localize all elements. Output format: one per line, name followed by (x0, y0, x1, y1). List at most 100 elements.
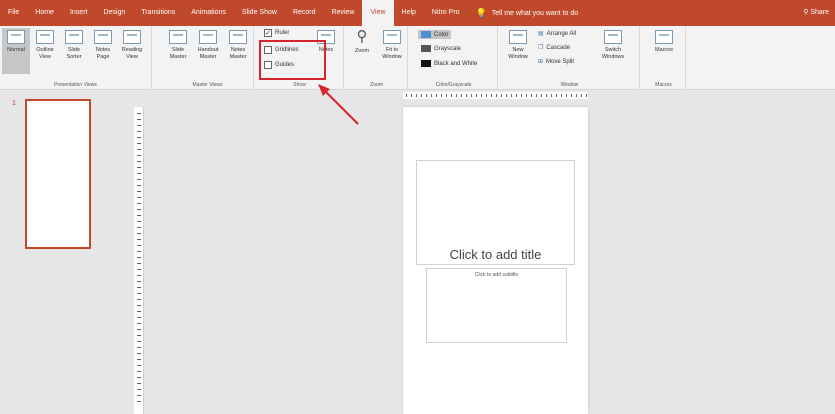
tab-record[interactable]: Record (285, 0, 324, 26)
slide-sorter-button[interactable]: Slide Sorter (60, 28, 88, 74)
ruler-tick (137, 365, 141, 366)
ruler-tick (137, 353, 141, 354)
switch-windows-button[interactable]: Switch Windows (596, 28, 630, 74)
ruler-tick (566, 94, 567, 97)
ruler-tick (456, 94, 457, 97)
slide-sorter-icon (65, 30, 83, 44)
ruler-tick (461, 94, 462, 97)
tab-design[interactable]: Design (95, 0, 133, 26)
tab-animations[interactable]: Animations (183, 0, 234, 26)
tab-transitions[interactable]: Transitions (133, 0, 183, 26)
new-window-button[interactable]: New Window (504, 28, 532, 74)
share-button[interactable]: ⚲ Share (803, 0, 829, 26)
ruler-tick (426, 94, 427, 97)
share-label: Share (810, 9, 829, 16)
cascade-button[interactable]: ❐ Cascade (538, 44, 570, 52)
ruler-tick (137, 143, 141, 144)
handout-master-button[interactable]: Handout Master (194, 28, 222, 74)
group-label-master-views: Master Views (192, 82, 223, 88)
ruler-tick (506, 94, 507, 97)
ruler-tick (137, 263, 141, 264)
normal-view-icon (7, 30, 25, 44)
ruler-tick (137, 227, 141, 228)
ruler-tick (137, 251, 141, 252)
ruler-tick (526, 94, 527, 97)
ruler-tick (476, 94, 477, 97)
fit-to-window-button[interactable]: Fit to Window (378, 28, 406, 74)
notes-master-button[interactable]: Notes Master (224, 28, 252, 74)
ruler-tick (137, 341, 141, 342)
tab-slide-show[interactable]: Slide Show (234, 0, 285, 26)
outline-view-icon (36, 30, 54, 44)
macros-button[interactable]: Macros (650, 28, 678, 74)
ruler-tick (137, 209, 141, 210)
tab-nitro-pro[interactable]: Nitro Pro (424, 0, 468, 26)
ruler-checkbox[interactable]: ✓ Ruler (264, 29, 289, 37)
slide-thumbnail[interactable] (25, 99, 91, 249)
ruler-tick (137, 371, 141, 372)
title-placeholder[interactable]: Click to add title (416, 160, 575, 265)
tab-review[interactable]: Review (324, 0, 363, 26)
outline-view-button[interactable]: Outline View (31, 28, 59, 74)
tab-help[interactable]: Help (394, 0, 424, 26)
ruler-tick (551, 94, 552, 97)
normal-view-button[interactable]: Normal (2, 28, 30, 74)
zoom-button[interactable]: ⚲ Zoom (348, 28, 376, 74)
ruler-tick (137, 317, 141, 318)
slide-master-icon (169, 30, 187, 44)
tab-home[interactable]: Home (27, 0, 62, 26)
ruler-tick (137, 323, 141, 324)
reading-view-button[interactable]: Reading View (118, 28, 146, 74)
ruler-tick (137, 137, 141, 138)
ruler-tick (137, 203, 141, 204)
group-label-window: Window (560, 82, 579, 88)
notes-page-button[interactable]: Notes Page (89, 28, 117, 74)
ruler-tick (137, 389, 141, 390)
color-swatch-icon (421, 31, 431, 38)
ruler-tick (137, 155, 141, 156)
subtitle-placeholder[interactable]: Click to add subtitle (426, 268, 567, 343)
ruler-tick (451, 94, 452, 97)
ruler-tick (137, 395, 141, 396)
ruler-tick (137, 191, 141, 192)
ruler-tick (446, 94, 447, 97)
ruler-tick (137, 287, 141, 288)
tab-insert[interactable]: Insert (62, 0, 96, 26)
black-white-swatch-icon (421, 60, 431, 67)
ruler-tick (561, 94, 562, 97)
ruler-tick (137, 359, 141, 360)
switch-windows-icon (604, 30, 622, 44)
tell-me-search[interactable]: 💡 Tell me what you want to do (476, 8, 579, 19)
notes-master-icon (229, 30, 247, 44)
ruler-tick (137, 311, 141, 312)
ruler-tick (491, 94, 492, 97)
ruler-tick (137, 221, 141, 222)
ruler-tick (137, 257, 141, 258)
ruler-tick (581, 94, 582, 97)
ruler-tick (137, 215, 141, 216)
slide-canvas[interactable]: Click to add title Click to add subtitle (403, 107, 588, 414)
ruler-tick (137, 299, 141, 300)
ruler-tick (466, 94, 467, 97)
grayscale-button[interactable]: Grayscale (421, 45, 461, 52)
slide-master-button[interactable]: Slide Master (164, 28, 192, 74)
ruler-tick (556, 94, 557, 97)
ruler-tick (436, 94, 437, 97)
checkmark-icon: ✓ (264, 29, 272, 37)
ruler-tick (471, 94, 472, 97)
ruler-tick (576, 94, 577, 97)
ruler-tick (586, 94, 587, 97)
tab-file[interactable]: File (0, 0, 27, 26)
arrange-all-button[interactable]: ▤ Arrange All (538, 30, 576, 38)
black-and-white-button[interactable]: Black and White (421, 60, 477, 67)
color-button[interactable]: Color (418, 30, 452, 39)
move-split-button[interactable]: ⊞ Move Split (538, 58, 574, 66)
highlight-box (259, 40, 326, 80)
ruler-tick (137, 245, 141, 246)
group-label-color-grayscale: Color/Grayscale (435, 82, 472, 88)
ruler-tick (541, 94, 542, 97)
tab-view[interactable]: View (362, 0, 394, 26)
ruler-tick (137, 335, 141, 336)
ruler-tick (481, 94, 482, 97)
ruler-tick (137, 179, 141, 180)
